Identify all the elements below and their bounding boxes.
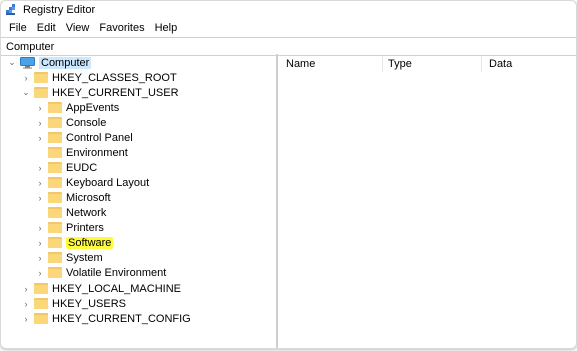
tree-label: Keyboard Layout [66, 176, 150, 189]
tree-node-hkcu[interactable]: ⌄ HKEY_CURRENT_USER [21, 85, 179, 100]
tree-label: Network [66, 206, 107, 219]
tree-label-software-highlighted: Software [66, 236, 114, 249]
folder-icon [48, 252, 62, 263]
folder-icon [48, 162, 62, 173]
tree-node-software[interactable]: › Software [35, 235, 114, 250]
column-header-data[interactable]: Data [489, 58, 512, 70]
chevron-right-icon[interactable]: › [35, 193, 45, 203]
folder-icon [48, 132, 62, 143]
registry-editor-icon [6, 4, 15, 15]
key-tree-pane[interactable]: ⌄ Computer › HKEY_CLASSES_ROOT ⌄ HKEY_CU… [1, 54, 278, 348]
tree-node-hklm[interactable]: › HKEY_LOCAL_MACHINE [21, 281, 182, 296]
chevron-right-icon[interactable]: › [35, 103, 45, 113]
tree-label: Console [66, 116, 107, 129]
chevron-right-icon[interactable]: › [35, 133, 45, 143]
column-header-name[interactable]: Name [286, 58, 315, 70]
address-path: Computer [6, 40, 55, 53]
folder-icon [48, 237, 62, 248]
main-panes: ⌄ Computer › HKEY_CLASSES_ROOT ⌄ HKEY_CU… [1, 54, 576, 348]
tree-node-hkcr[interactable]: › HKEY_CLASSES_ROOT [21, 70, 177, 85]
registry-editor-window: Registry Editor File Edit View Favorites… [0, 0, 577, 349]
computer-icon [20, 56, 35, 69]
folder-icon [48, 177, 62, 188]
tree-label: Control Panel [66, 131, 133, 144]
menu-favorites[interactable]: Favorites [94, 22, 149, 34]
chevron-right-icon[interactable]: › [35, 238, 45, 248]
chevron-right-icon[interactable]: › [35, 163, 45, 173]
folder-icon [34, 72, 48, 83]
folder-icon [48, 192, 62, 203]
chevron-right-icon[interactable]: › [35, 268, 45, 278]
chevron-down-icon[interactable]: ⌄ [21, 87, 31, 98]
tree-label: HKEY_CURRENT_CONFIG [52, 312, 191, 325]
tree-node-volatile-environment[interactable]: › Volatile Environment [35, 265, 167, 280]
folder-icon [48, 207, 62, 218]
tree-label: Environment [66, 146, 128, 159]
title-bar: Registry Editor [1, 1, 576, 19]
chevron-right-icon[interactable]: › [21, 299, 31, 309]
chevron-right-icon[interactable]: › [35, 253, 45, 263]
folder-icon [48, 222, 62, 233]
chevron-right-icon[interactable]: › [21, 284, 31, 294]
chevron-right-icon[interactable]: › [35, 223, 45, 233]
column-header-type[interactable]: Type [388, 58, 412, 70]
tree-node-computer[interactable]: ⌄ Computer [7, 55, 92, 70]
menu-bar: File Edit View Favorites Help [1, 19, 576, 37]
chevron-right-icon[interactable]: › [21, 73, 31, 83]
tree-node-control-panel[interactable]: › Control Panel [35, 130, 133, 145]
tree-label: AppEvents [66, 101, 120, 114]
tree-label: HKEY_LOCAL_MACHINE [52, 282, 181, 295]
tree-label: Microsoft [66, 191, 111, 204]
chevron-right-icon[interactable]: › [35, 118, 45, 128]
tree-label: HKEY_CURRENT_USER [52, 86, 179, 99]
column-divider[interactable] [481, 56, 482, 72]
folder-icon [34, 283, 48, 294]
tree-label: EUDC [66, 161, 98, 174]
tree-node-microsoft[interactable]: › Microsoft [35, 190, 111, 205]
folder-icon [48, 267, 62, 278]
tree-label-computer: Computer [39, 56, 92, 69]
folder-open-icon [34, 87, 48, 98]
tree-label: Volatile Environment [66, 266, 167, 279]
folder-icon [34, 313, 48, 324]
menu-help[interactable]: Help [150, 22, 183, 34]
folder-icon [48, 117, 62, 128]
chevron-right-icon[interactable]: › [35, 178, 45, 188]
tree-node-system[interactable]: › System [35, 250, 103, 265]
folder-icon [48, 147, 62, 158]
tree-node-console[interactable]: › Console [35, 115, 107, 130]
tree-node-printers[interactable]: › Printers [35, 220, 104, 235]
tree-node-appevents[interactable]: › AppEvents [35, 100, 120, 115]
tree-node-environment[interactable]: Environment [35, 145, 128, 160]
tree-node-eudc[interactable]: › EUDC [35, 160, 98, 175]
chevron-right-icon[interactable]: › [21, 314, 31, 324]
column-headers: Name Type Data [278, 54, 576, 74]
tree-label: HKEY_USERS [52, 297, 126, 310]
tree-label: System [66, 251, 103, 264]
tree-node-network[interactable]: Network [35, 205, 106, 220]
tree-label: HKEY_CLASSES_ROOT [52, 71, 177, 84]
column-divider[interactable] [382, 56, 383, 72]
window-title: Registry Editor [23, 4, 96, 16]
chevron-down-icon[interactable]: ⌄ [7, 57, 17, 68]
menu-edit[interactable]: Edit [32, 22, 61, 34]
values-list-pane[interactable]: Name Type Data [278, 54, 576, 348]
tree-node-keyboard-layout[interactable]: › Keyboard Layout [35, 175, 150, 190]
menu-file[interactable]: File [4, 22, 32, 34]
tree-node-hku[interactable]: › HKEY_USERS [21, 296, 126, 311]
folder-icon [34, 298, 48, 309]
menu-view[interactable]: View [61, 22, 95, 34]
folder-icon [48, 102, 62, 113]
tree-node-hkcc[interactable]: › HKEY_CURRENT_CONFIG [21, 311, 191, 326]
tree-label: Printers [66, 221, 104, 234]
